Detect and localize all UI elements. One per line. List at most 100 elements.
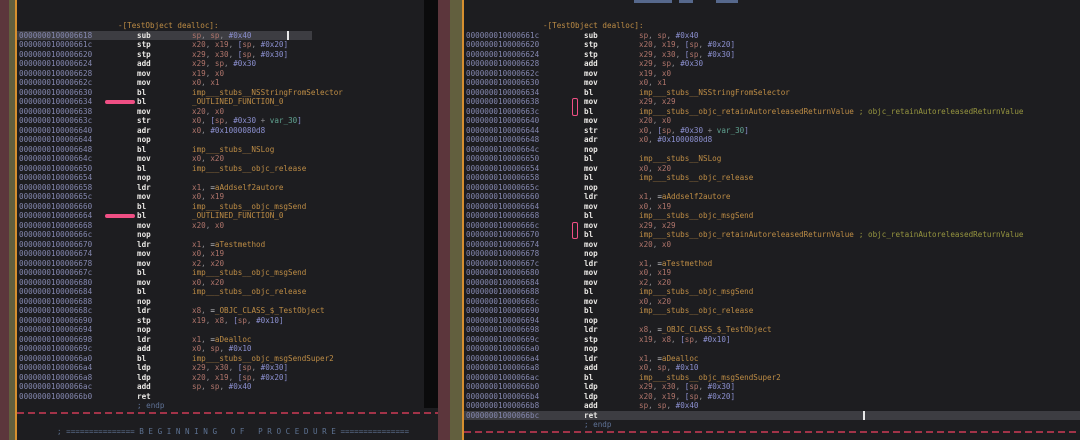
- asm-row[interactable]: 000000010000668cmovx0, x20: [464, 297, 1080, 307]
- asm-row[interactable]: 0000000100006628movx19, x0: [17, 69, 438, 79]
- mnemonic: nop: [584, 249, 639, 259]
- asm-row[interactable]: 0000000100006650blimp___stubs__NSLog; NS…: [464, 154, 1080, 164]
- mnemonic: bl: [584, 88, 639, 98]
- asm-row[interactable]: 0000000100006684blimp___stubs__objc_rele…: [17, 287, 438, 297]
- asm-row[interactable]: 0000000100006620stpx29, x30, [sp, #0x30]: [17, 50, 438, 60]
- asm-row[interactable]: 000000010000662cmovx0, x1: [17, 78, 438, 88]
- asm-row[interactable]: 000000010000667cldrx1, =aTestmethod; "te…: [464, 259, 1080, 269]
- operands: x0, x20: [192, 278, 224, 287]
- asm-row[interactable]: 0000000100006654nop: [17, 173, 438, 183]
- asm-row[interactable]: 000000010000664cnop: [464, 145, 1080, 155]
- asm-row[interactable]: 00000001000066b4ldpx20, x19, [sp, #0x20]: [464, 392, 1080, 402]
- asm-row[interactable]: 0000000100006668movx20, x0: [17, 221, 438, 231]
- asm-row[interactable]: 00000001000066a8addx0, sp, #0x10; argume…: [464, 363, 1080, 373]
- operands: x8, =_OBJC_CLASS_$_TestObject: [639, 325, 772, 334]
- asm-row[interactable]: 0000000100006638movx29, x29: [464, 97, 1080, 107]
- asm-row[interactable]: 0000000100006630movx0, x1: [464, 78, 1080, 88]
- asm-row[interactable]: 000000010000667cblimp___stubs__objc_msgS…: [17, 268, 438, 278]
- asm-row[interactable]: 0000000100006678movx2, x20: [17, 259, 438, 269]
- code-view[interactable]: -[TestObject dealloc]: 0000000100006618s…: [17, 0, 438, 440]
- asm-row[interactable]: 000000010000669cstpx19, x8, [sp, #0x10]: [464, 335, 1080, 345]
- asm-row[interactable]: 0000000100006684movx2, x20: [464, 278, 1080, 288]
- asm-row[interactable]: 0000000100006630blimp___stubs__NSStringF…: [17, 88, 438, 98]
- asm-row[interactable]: 00000001000066a8ldpx20, x19, [sp, #0x20]: [17, 373, 438, 383]
- asm-row[interactable]: 00000001000066bcret: [464, 411, 1080, 421]
- asm-row[interactable]: 00000001000066a4ldrx1, =aDealloc; "deall…: [464, 354, 1080, 364]
- asm-row[interactable]: 00000001000066a0nop: [464, 344, 1080, 354]
- asm-row[interactable]: 00000001000066b8addsp, sp, #0x40: [464, 401, 1080, 411]
- asm-row[interactable]: 000000010000662cmovx19, x0: [464, 69, 1080, 79]
- asm-row[interactable]: 000000010000663cblimp___stubs__objc_reta…: [464, 107, 1080, 117]
- operands: imp___stubs__objc_msgSend: [639, 287, 753, 296]
- asm-row[interactable]: 0000000100006670ldrx1, =aTestmethod: [17, 240, 438, 250]
- asm-row[interactable]: 000000010000661cstpx20, x19, [sp, #0x20]: [17, 40, 438, 50]
- asm-row[interactable]: 0000000100006640adrx0, #0x1000080d8: [17, 126, 438, 136]
- asm-row[interactable]: 0000000100006624stpx29, x30, [sp, #0x30]: [464, 50, 1080, 60]
- address: 0000000100006620: [464, 40, 584, 50]
- asm-row[interactable]: 0000000100006658ldrx1, =aAddself2autore: [17, 183, 438, 193]
- asm-row[interactable]: 000000010000665cmovx0, x19: [17, 192, 438, 202]
- asm-row[interactable]: 0000000100006654movx0, x20: [464, 164, 1080, 174]
- asm-row[interactable]: 0000000100006644nop: [17, 135, 438, 145]
- operands: imp___stubs__objc_retainAutoreleasedRetu…: [639, 107, 854, 116]
- asm-row[interactable]: 0000000100006648adrx0, #0x1000080d8; @"%…: [464, 135, 1080, 145]
- asm-row[interactable]: 0000000100006618subsp, sp, #0x40: [17, 31, 438, 41]
- asm-row[interactable]: 0000000100006680movx0, x19: [464, 268, 1080, 278]
- asm-row[interactable]: 0000000100006690stpx19, x8, [sp, #0x10]: [17, 316, 438, 326]
- asm-row[interactable]: 0000000100006644strx0, [sp, #0x30 + var_…: [464, 126, 1080, 136]
- asm-row[interactable]: 0000000100006634bl_OUTLINED_FUNCTION_0: [17, 97, 438, 107]
- asm-row[interactable]: 0000000100006620stpx20, x19, [sp, #0x20]: [464, 40, 1080, 50]
- asm-row[interactable]: 000000010000666cnop: [17, 230, 438, 240]
- asm-row[interactable]: 0000000100006650blimp___stubs__objc_rele…: [17, 164, 438, 174]
- asm-row[interactable]: 0000000100006624addx29, sp, #0x30: [17, 59, 438, 69]
- address: 000000010000663c: [464, 107, 584, 117]
- asm-row[interactable]: 0000000100006664bl_OUTLINED_FUNCTION_0: [17, 211, 438, 221]
- address: 0000000100006628: [464, 59, 584, 69]
- asm-row[interactable]: 0000000100006660blimp___stubs__objc_msgS…: [17, 202, 438, 212]
- address: 00000001000066a4: [17, 363, 137, 373]
- asm-row[interactable]: 0000000100006698ldrx8, =_OBJC_CLASS_$_Te…: [464, 325, 1080, 335]
- asm-row[interactable]: 0000000100006698ldrx1, =aDealloc: [17, 335, 438, 345]
- mnemonic: ldp: [137, 363, 192, 373]
- asm-row[interactable]: 000000010000661csubsp, sp, #0x40; Object…: [464, 31, 1080, 41]
- operands: imp___stubs__objc_release: [639, 173, 753, 182]
- asm-row[interactable]: 0000000100006694nop: [464, 316, 1080, 326]
- asm-row[interactable]: 0000000100006634blimp___stubs__NSStringF…: [464, 88, 1080, 98]
- asm-row[interactable]: 0000000100006678nop: [464, 249, 1080, 259]
- asm-row[interactable]: 0000000100006638movx20, x0: [17, 107, 438, 117]
- asm-row[interactable]: 0000000100006640movx20, x0: [464, 116, 1080, 126]
- address: 0000000100006618: [17, 31, 137, 41]
- asm-row[interactable]: 0000000100006680movx0, x20: [17, 278, 438, 288]
- asm-row[interactable]: 000000010000664cmovx0, x20: [17, 154, 438, 164]
- asm-row[interactable]: 0000000100006658blimp___stubs__objc_rele…: [464, 173, 1080, 183]
- asm-row[interactable]: 000000010000665cnop: [464, 183, 1080, 193]
- asm-row[interactable]: 00000001000066acblimp___stubs__objc_msgS…: [464, 373, 1080, 383]
- asm-row[interactable]: 00000001000066a4ldpx29, x30, [sp, #0x30]: [17, 363, 438, 373]
- asm-row[interactable]: 0000000100006674movx0, x19: [17, 249, 438, 259]
- asm-row[interactable]: 0000000100006628addx29, sp, #0x30: [464, 59, 1080, 69]
- asm-row[interactable]: 00000001000066acaddsp, sp, #0x40: [17, 382, 438, 392]
- asm-row[interactable]: 0000000100006670blimp___stubs__objc_reta…: [464, 230, 1080, 240]
- asm-row[interactable]: 000000010000666cmovx29, x29: [464, 221, 1080, 231]
- asm-row[interactable]: 000000010000668cldrx8, =_OBJC_CLASS_$_Te…: [17, 306, 438, 316]
- address: 00000001000066b0: [464, 382, 584, 392]
- code-view[interactable]: -[TestObject dealloc]: 000000010000661cs…: [464, 0, 1080, 440]
- asm-row[interactable]: 0000000100006664movx0, x19: [464, 202, 1080, 212]
- mnemonic: mov: [584, 78, 639, 88]
- asm-row[interactable]: 00000001000066b0ret: [17, 392, 438, 402]
- asm-row[interactable]: 0000000100006668blimp___stubs__objc_msgS…: [464, 211, 1080, 221]
- address: 000000010000667c: [17, 268, 137, 278]
- asm-row[interactable]: 000000010000669caddx0, sp, #0x10: [17, 344, 438, 354]
- asm-row[interactable]: 00000001000066a0blimp___stubs__objc_msgS…: [17, 354, 438, 364]
- asm-row[interactable]: 0000000100006688blimp___stubs__objc_msgS…: [464, 287, 1080, 297]
- asm-row[interactable]: 000000010000663cstrx0, [sp, #0x30 + var_…: [17, 116, 438, 126]
- clipped-row-fragment: [634, 0, 672, 3]
- asm-row[interactable]: 0000000100006674movx20, x0: [464, 240, 1080, 250]
- asm-row[interactable]: 0000000100006688nop: [17, 297, 438, 307]
- asm-row[interactable]: 0000000100006660ldrx1, =aAddself2autore;…: [464, 192, 1080, 202]
- asm-row[interactable]: 0000000100006694nop: [17, 325, 438, 335]
- asm-row[interactable]: 0000000100006690blimp___stubs__objc_rele…: [464, 306, 1080, 316]
- address: 000000010000663c: [17, 116, 137, 126]
- asm-row[interactable]: 00000001000066b0ldpx29, x30, [sp, #0x30]: [464, 382, 1080, 392]
- asm-row[interactable]: 0000000100006648blimp___stubs__NSLog: [17, 145, 438, 155]
